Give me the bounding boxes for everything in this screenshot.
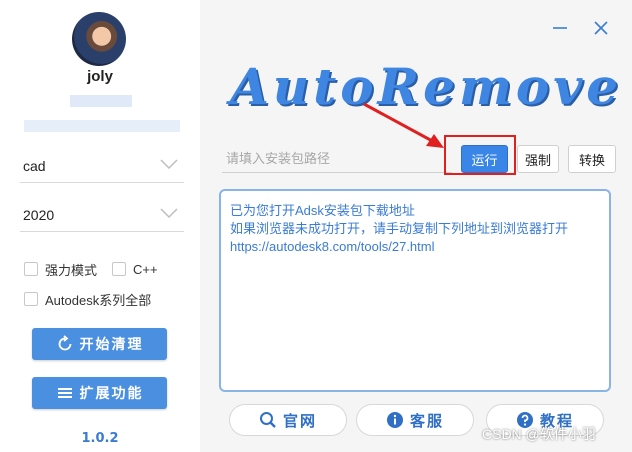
- autodesk-all-label: Autodesk系列全部: [45, 292, 152, 308]
- username: joly: [87, 68, 113, 85]
- avatar[interactable]: [72, 12, 126, 66]
- force-mode-option[interactable]: 强力模式: [24, 260, 97, 278]
- menu-icon: [57, 388, 72, 398]
- watermark: CSDN @软件小羽: [482, 426, 596, 442]
- extend-features-label: 扩展功能: [79, 386, 144, 402]
- install-path-input[interactable]: [222, 145, 452, 173]
- search-icon: [259, 412, 276, 428]
- close-icon[interactable]: [591, 18, 611, 38]
- run-button-highlight: [444, 135, 516, 175]
- year-select-value: 2020: [23, 207, 55, 223]
- start-clean-label: 开始清理: [79, 337, 144, 353]
- year-select[interactable]: 2020: [20, 201, 184, 232]
- website-label: 官网: [282, 411, 317, 430]
- log-url[interactable]: https://autodesk8.com/tools/27.html: [230, 238, 600, 256]
- support-label: 客服: [409, 411, 444, 430]
- minimize-icon[interactable]: [550, 18, 570, 38]
- product-select[interactable]: cad: [20, 152, 184, 183]
- support-button[interactable]: 客服: [356, 404, 474, 436]
- log-line: 已为您打开Adsk安装包下载地址: [230, 203, 415, 218]
- log-line: 如果浏览器未成功打开，请手动复制下列地址到浏览器打开: [230, 221, 569, 236]
- sidebar: joly cad 2020 强力模式 C++ Autodesk系列全部 开始清理…: [0, 0, 200, 452]
- blurred-info-line: [70, 95, 132, 107]
- force-button[interactable]: 强制: [517, 145, 559, 173]
- extend-features-button[interactable]: 扩展功能: [32, 377, 167, 409]
- convert-button[interactable]: 转换: [568, 145, 616, 173]
- cpp-option[interactable]: C++: [112, 260, 158, 278]
- autodesk-all-option[interactable]: Autodesk系列全部: [24, 290, 151, 308]
- refresh-icon: [58, 335, 71, 351]
- blurred-info-line: [24, 120, 180, 132]
- autodesk-all-checkbox[interactable]: [24, 292, 38, 306]
- info-icon: [386, 412, 403, 428]
- version-label: 1.0.2: [81, 431, 119, 446]
- cpp-label: C++: [133, 261, 158, 277]
- product-select-value: cad: [23, 158, 46, 174]
- log-output[interactable]: 已为您打开Adsk安装包下载地址 如果浏览器未成功打开，请手动复制下列地址到浏览…: [219, 189, 611, 392]
- chevron-down-icon: [160, 159, 178, 170]
- chevron-down-icon: [160, 208, 178, 219]
- force-mode-label: 强力模式: [45, 262, 98, 278]
- website-button[interactable]: 官网: [229, 404, 347, 436]
- start-clean-button[interactable]: 开始清理: [32, 328, 167, 360]
- force-mode-checkbox[interactable]: [24, 262, 38, 276]
- cpp-checkbox[interactable]: [112, 262, 126, 276]
